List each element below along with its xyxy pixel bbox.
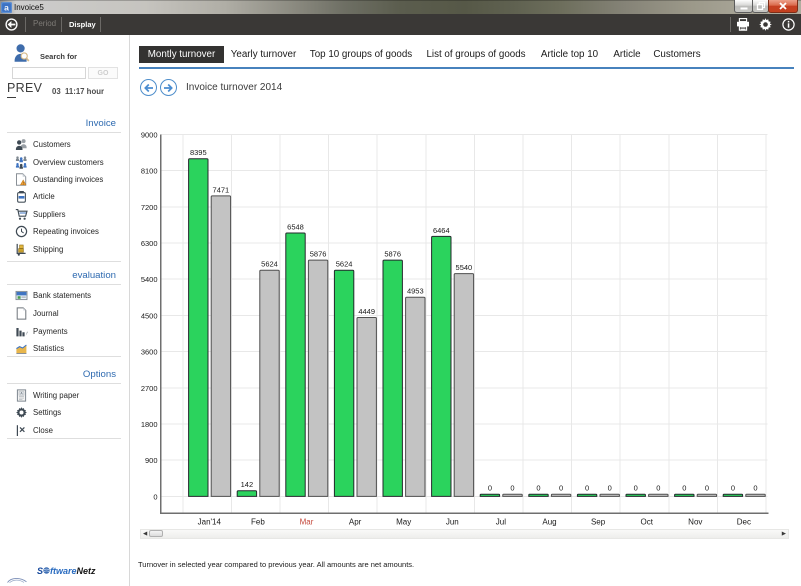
svg-text:7200: 7200 [141, 203, 158, 212]
svg-text:2700: 2700 [141, 384, 158, 393]
svg-text:9000: 9000 [141, 130, 158, 139]
svg-text:Mar: Mar [300, 517, 314, 526]
svg-text:May: May [396, 517, 411, 526]
svg-text:Aug: Aug [542, 517, 556, 526]
svg-text:3600: 3600 [141, 348, 158, 357]
svg-text:5876: 5876 [310, 250, 327, 259]
svg-text:4500: 4500 [141, 311, 158, 320]
svg-text:0: 0 [510, 484, 514, 493]
svg-text:4953: 4953 [407, 287, 424, 296]
svg-text:142: 142 [241, 480, 254, 489]
svg-text:5400: 5400 [141, 275, 158, 284]
svg-text:8395: 8395 [190, 148, 207, 157]
svg-text:7471: 7471 [213, 185, 230, 194]
svg-text:5876: 5876 [384, 250, 401, 259]
svg-text:0: 0 [585, 484, 589, 493]
svg-text:0: 0 [608, 484, 612, 493]
svg-text:0: 0 [705, 484, 709, 493]
svg-text:Apr: Apr [349, 517, 362, 526]
svg-text:0: 0 [559, 484, 563, 493]
svg-text:0: 0 [656, 484, 660, 493]
svg-text:0: 0 [634, 484, 638, 493]
svg-text:Jan'14: Jan'14 [198, 517, 222, 526]
svg-text:Dec: Dec [737, 517, 751, 526]
svg-text:6548: 6548 [287, 223, 304, 232]
svg-text:!: ! [23, 181, 24, 185]
svg-text:0: 0 [536, 484, 540, 493]
svg-text:6300: 6300 [141, 239, 158, 248]
svg-text:0: 0 [731, 484, 735, 493]
svg-text:6464: 6464 [433, 226, 450, 235]
svg-text:Sep: Sep [591, 517, 606, 526]
svg-text:Nov: Nov [688, 517, 702, 526]
svg-text:5624: 5624 [336, 260, 353, 269]
svg-text:0: 0 [682, 484, 686, 493]
svg-text:Jul: Jul [496, 517, 506, 526]
svg-text:8100: 8100 [141, 167, 158, 176]
svg-text:a: a [4, 3, 9, 13]
svg-text:0: 0 [153, 492, 157, 501]
svg-text:Jun: Jun [446, 517, 459, 526]
svg-text:4449: 4449 [358, 307, 375, 316]
svg-text:5624: 5624 [261, 260, 278, 269]
svg-text:0: 0 [488, 484, 492, 493]
svg-text:Oct: Oct [640, 517, 653, 526]
svg-text:Feb: Feb [251, 517, 265, 526]
svg-text:5540: 5540 [456, 263, 473, 272]
svg-text:1800: 1800 [141, 420, 158, 429]
svg-text:0: 0 [753, 484, 757, 493]
svg-text:900: 900 [145, 456, 158, 465]
